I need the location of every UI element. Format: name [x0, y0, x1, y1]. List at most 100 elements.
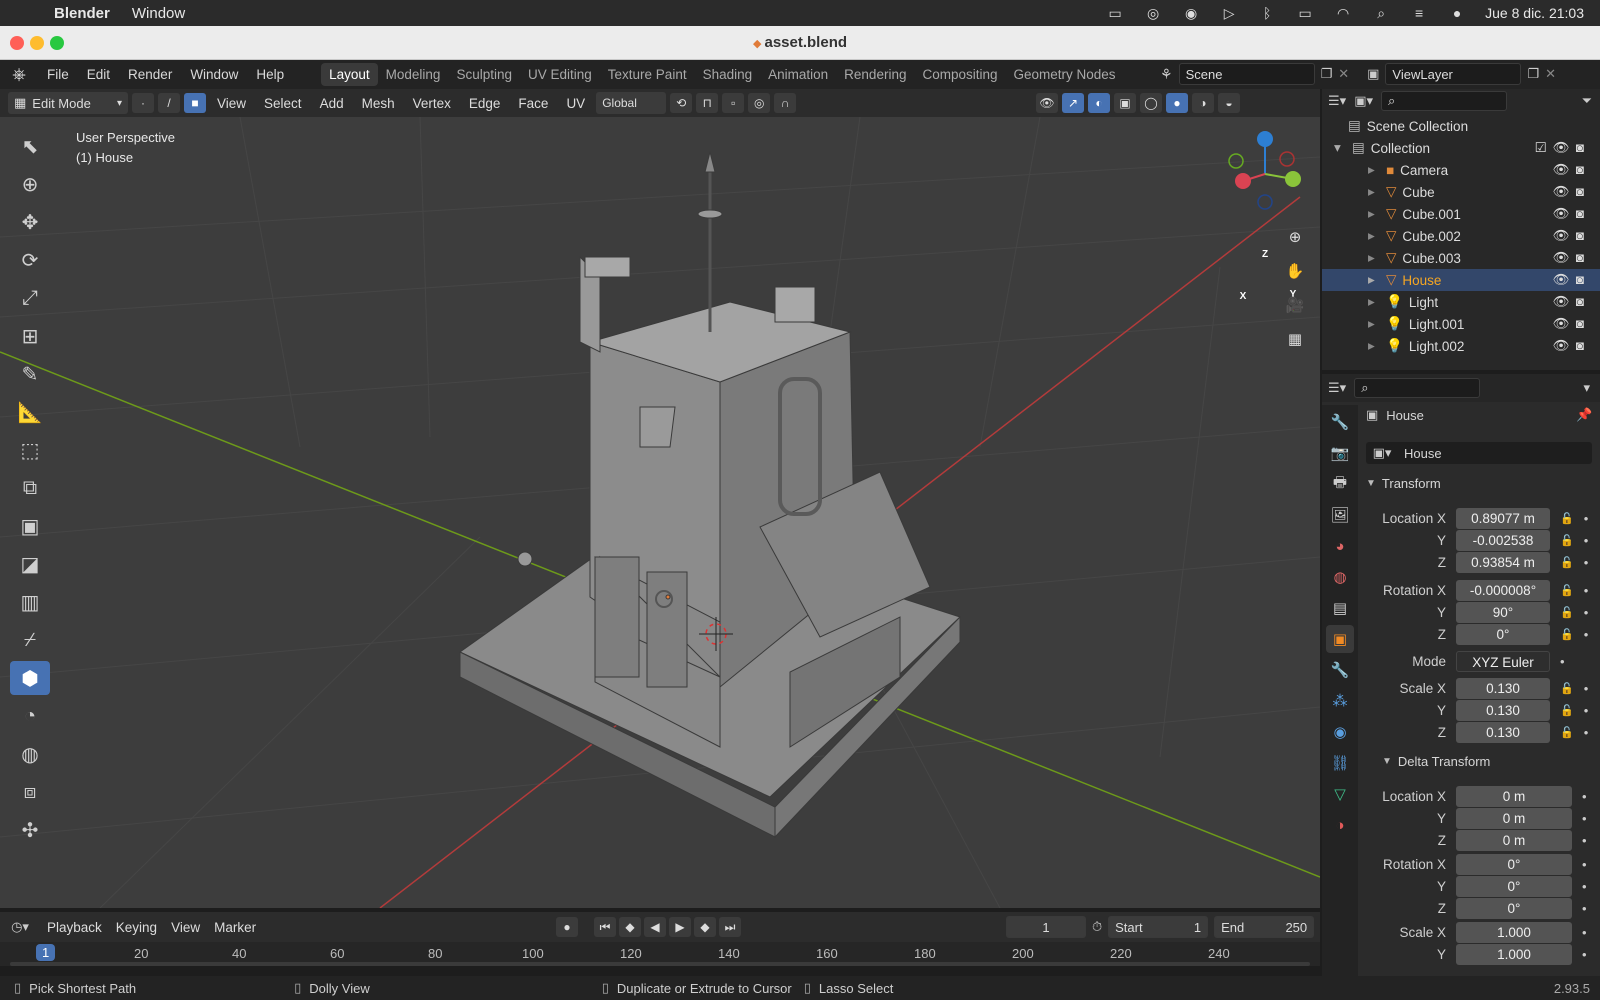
menu-view[interactable]: View: [210, 93, 253, 114]
edge-slide-tool-icon[interactable]: ⧈: [10, 775, 50, 809]
window-menu[interactable]: Window: [132, 5, 185, 22]
wireframe-shading-icon[interactable]: ◯: [1140, 93, 1162, 113]
material-tab-icon[interactable]: ◑: [1326, 811, 1354, 839]
lock-icon[interactable]: 🔓: [1560, 606, 1574, 619]
gizmo-z-axis[interactable]: [1257, 131, 1273, 147]
extrude-tool-icon[interactable]: ⧉: [10, 471, 50, 505]
menu-vertex[interactable]: Vertex: [406, 93, 458, 114]
delta-location-x-field[interactable]: 0 m: [1456, 785, 1572, 807]
keyframe-dot[interactable]: •: [1584, 681, 1589, 696]
menu-marker[interactable]: Marker: [207, 917, 263, 938]
timeline-scrollbar[interactable]: [10, 962, 1310, 966]
visibility-toggles[interactable]: 👁◙: [1553, 316, 1590, 332]
stopwatch-icon[interactable]: ⏱: [1092, 919, 1102, 935]
delta-location-z-field[interactable]: 0 m: [1456, 829, 1572, 851]
play-icon[interactable]: ▷: [1219, 5, 1239, 21]
world-tab-icon[interactable]: ◍: [1326, 563, 1354, 591]
view-layer-icon[interactable]: ▣: [1367, 66, 1379, 82]
jump-end-icon[interactable]: ⏭: [719, 917, 741, 937]
bluetooth-icon[interactable]: ᛒ: [1257, 5, 1277, 21]
menu-file[interactable]: File: [38, 67, 78, 82]
gizmo-icon[interactable]: ↗: [1062, 93, 1084, 113]
menu-mesh[interactable]: Mesh: [355, 93, 402, 114]
app-status-icon[interactable]: ◉: [1181, 5, 1201, 21]
rotation-y-field[interactable]: 90°: [1456, 601, 1550, 623]
visibility-toggles[interactable]: ☑👁◙: [1535, 140, 1590, 156]
delta-location-y-field[interactable]: 0 m: [1456, 807, 1572, 829]
expand-arrow-icon[interactable]: ▾: [1334, 140, 1352, 156]
tab-geometry-nodes[interactable]: Geometry Nodes: [1006, 63, 1124, 86]
chevron-down-icon[interactable]: ▾: [1583, 380, 1590, 396]
rotation-x-field[interactable]: -0.000008°: [1456, 579, 1550, 601]
scene-tab-icon[interactable]: ◕: [1326, 532, 1354, 560]
xray-icon[interactable]: ▣: [1114, 93, 1136, 113]
jump-start-icon[interactable]: ⏮: [594, 917, 616, 937]
tab-compositing[interactable]: Compositing: [914, 63, 1005, 86]
location-y-field[interactable]: -0.002538: [1456, 529, 1550, 551]
material-shading-icon[interactable]: ◑: [1192, 93, 1214, 113]
keyframe-dot[interactable]: •: [1582, 811, 1587, 826]
lock-icon[interactable]: 🔓: [1560, 704, 1574, 717]
timeline-ruler[interactable]: 1 20 40 60 80 100 120 140 160 180 200 22…: [0, 942, 1320, 966]
loop-cut-tool-icon[interactable]: ▥: [10, 585, 50, 619]
keyframe-dot[interactable]: •: [1584, 703, 1589, 718]
visibility-icon[interactable]: 👁: [1036, 93, 1058, 113]
camera-view-icon[interactable]: 🎥: [1280, 290, 1310, 320]
display-mode-icon[interactable]: ▣▾: [1354, 93, 1373, 109]
keyframe-dot[interactable]: •: [1582, 947, 1587, 962]
wifi-icon[interactable]: ◠: [1333, 5, 1353, 21]
delta-transform-panel-header[interactable]: ▼ Delta Transform: [1382, 754, 1490, 769]
lock-icon[interactable]: 🔓: [1560, 512, 1574, 525]
rendered-shading-icon[interactable]: ◒: [1218, 93, 1240, 113]
keyframe-dot[interactable]: •: [1582, 901, 1587, 916]
tab-layout[interactable]: Layout: [321, 63, 378, 86]
tab-texture-paint[interactable]: Texture Paint: [600, 63, 695, 86]
pivot-icon[interactable]: ⟲: [670, 93, 693, 113]
edge-select-icon[interactable]: /: [158, 93, 180, 113]
app-name-menu[interactable]: Blender: [54, 5, 110, 22]
control-center-icon[interactable]: ≡: [1409, 5, 1429, 21]
visibility-toggles[interactable]: 👁◙: [1553, 338, 1590, 354]
keyframe-dot[interactable]: •: [1560, 654, 1565, 669]
keyframe-dot[interactable]: •: [1584, 511, 1589, 526]
scene-collection-row[interactable]: ▤ Scene Collection: [1322, 115, 1600, 137]
battery-icon[interactable]: ▭: [1295, 5, 1315, 21]
render-tab-icon[interactable]: 📷: [1326, 439, 1354, 467]
tab-modeling[interactable]: Modeling: [378, 63, 449, 86]
record-icon[interactable]: ●: [556, 917, 578, 937]
rotate-tool-icon[interactable]: ⟳: [10, 243, 50, 277]
outliner-item-cube-003[interactable]: ▸ ▽ Cube.003 👁◙: [1322, 247, 1600, 269]
lock-icon[interactable]: 🔓: [1560, 726, 1574, 739]
playhead-frame[interactable]: 1: [36, 944, 56, 961]
keyframe-dot[interactable]: •: [1584, 725, 1589, 740]
outliner-item-cube[interactable]: ▸ ▽ Cube 👁◙: [1322, 181, 1600, 203]
zoom-icon[interactable]: ⊕: [1280, 222, 1310, 252]
rotation-mode-select[interactable]: XYZ Euler: [1456, 650, 1550, 672]
next-keyframe-icon[interactable]: ◆: [694, 917, 716, 937]
expand-arrow-icon[interactable]: ▸: [1368, 272, 1386, 288]
perspective-grid-icon[interactable]: ▦: [1280, 324, 1310, 354]
datetime[interactable]: Jue 8 dic. 21:03: [1485, 5, 1584, 21]
menu-edge[interactable]: Edge: [462, 93, 508, 114]
pan-hand-icon[interactable]: ✋: [1280, 256, 1310, 286]
outliner-item-cube-001[interactable]: ▸ ▽ Cube.001 👁◙: [1322, 203, 1600, 225]
view-layer-selector[interactable]: ViewLayer: [1385, 63, 1522, 85]
copy-view-layer-icon[interactable]: ❐: [1527, 66, 1539, 82]
tab-rendering[interactable]: Rendering: [836, 63, 914, 86]
inset-tool-icon[interactable]: ▣: [10, 509, 50, 543]
menu-help[interactable]: Help: [247, 67, 293, 82]
outliner-item-light-002[interactable]: ▸ 💡 Light.002 👁◙: [1322, 335, 1600, 357]
keyframe-dot[interactable]: •: [1582, 833, 1587, 848]
overlay-icon[interactable]: ◐: [1088, 93, 1110, 113]
navigation-gizmo[interactable]: [1228, 131, 1301, 210]
current-frame-field[interactable]: 1: [1006, 916, 1086, 938]
expand-arrow-icon[interactable]: ▸: [1368, 228, 1386, 244]
expand-arrow-icon[interactable]: ▸: [1368, 250, 1386, 266]
start-frame-field[interactable]: Start 1: [1108, 916, 1209, 938]
scale-tool-icon[interactable]: ⤢: [10, 281, 50, 315]
filter-icon[interactable]: ⏷: [1582, 93, 1592, 109]
visibility-toggles[interactable]: 👁◙: [1553, 294, 1590, 310]
transform-tool-icon[interactable]: ⊞: [10, 319, 50, 353]
pin-icon[interactable]: 📌: [1576, 407, 1592, 423]
vertex-select-icon[interactable]: ·: [132, 93, 154, 113]
